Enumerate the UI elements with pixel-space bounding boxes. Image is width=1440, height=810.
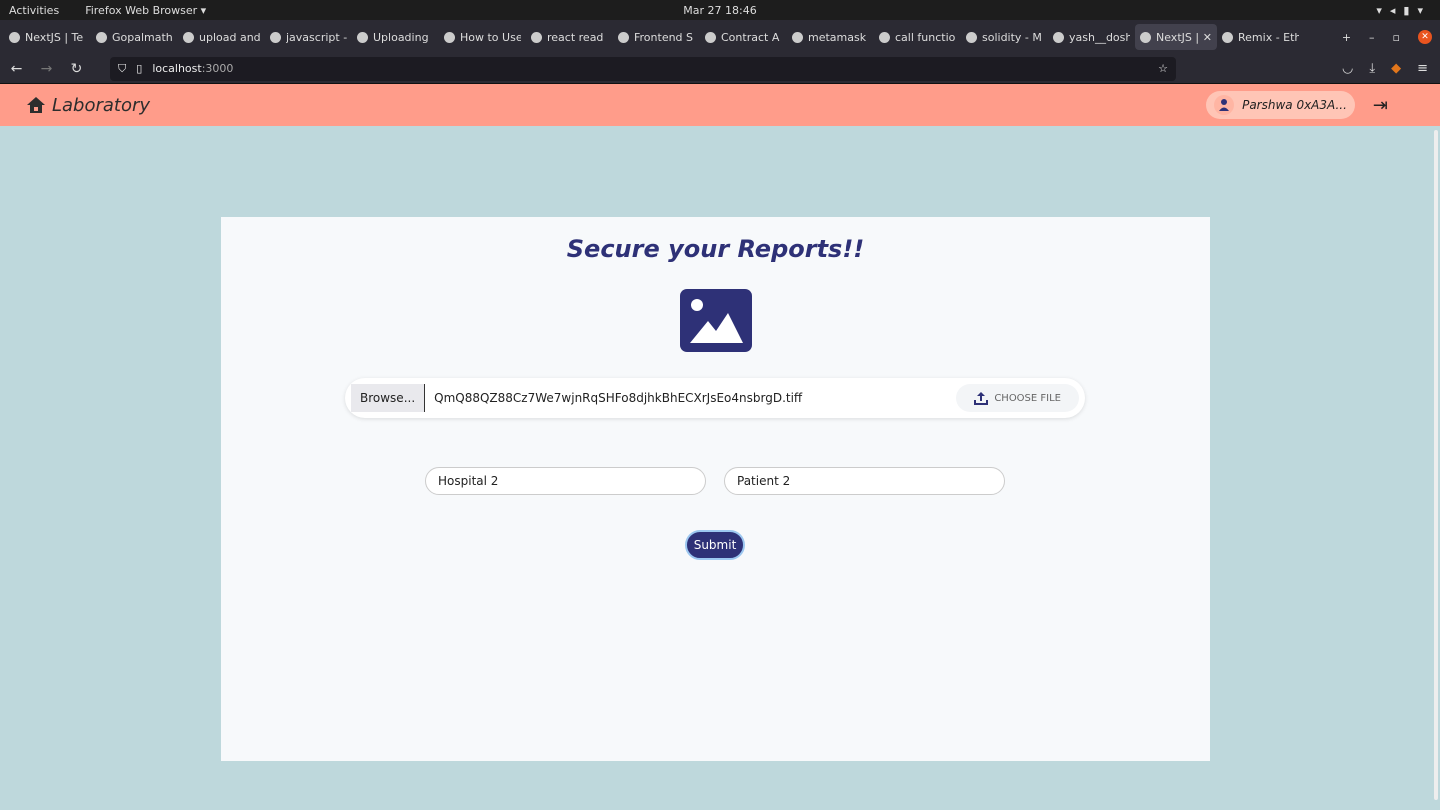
browser-tab[interactable]: NextJS | Te: [4, 24, 91, 50]
url-bar[interactable]: ⛉ ▯ localhost:3000 ☆: [110, 56, 1176, 81]
tab-label: Uploading: [373, 30, 429, 44]
window-controls: + – ▫ ✕: [1342, 30, 1440, 44]
new-tab-button[interactable]: +: [1342, 31, 1351, 44]
favicon-icon: [1140, 31, 1151, 43]
favicon-icon: [357, 31, 368, 43]
download-icon[interactable]: ⤓: [1369, 61, 1375, 76]
tab-label: Remix - Eth: [1238, 30, 1299, 44]
system-bar: Activities Firefox Web Browser ▾ Mar 27 …: [0, 0, 1440, 20]
user-badge[interactable]: Parshwa 0xA3A...: [1206, 91, 1355, 119]
favicon-icon: [792, 31, 803, 43]
browser-tab[interactable]: How to Use: [439, 24, 526, 50]
tab-label: NextJS |: [1156, 30, 1198, 44]
app-header: Laboratory Parshwa 0xA3A... ⇥: [0, 84, 1440, 126]
browser-tab[interactable]: Gopalmath: [91, 24, 178, 50]
tab-label: yash__dosh: [1069, 30, 1130, 44]
selected-file-name: QmQ88QZ88Cz7We7wjnRqSHFo8djhkBhECXrJsEo4…: [434, 391, 803, 405]
forward-icon[interactable]: →: [33, 61, 60, 77]
favicon-icon: [96, 31, 107, 43]
tab-label: metamask: [808, 30, 867, 44]
user-name: Parshwa 0xA3A...: [1242, 98, 1347, 112]
minimize-button[interactable]: –: [1369, 31, 1375, 44]
tab-label: NextJS | Te: [25, 30, 84, 44]
favicon-icon: [966, 31, 977, 43]
app-menu[interactable]: Firefox Web Browser ▾: [85, 4, 206, 17]
tab-label: javascript -: [286, 30, 347, 44]
favicon-icon: [270, 31, 281, 43]
choose-file-button[interactable]: CHOOSE FILE: [956, 384, 1079, 412]
favicon-icon: [531, 31, 542, 43]
tab-label: Contract A: [721, 30, 780, 44]
reload-icon[interactable]: ↻: [63, 61, 90, 77]
browser-tab[interactable]: Uploading: [352, 24, 439, 50]
tab-label: Frontend S: [634, 30, 694, 44]
browser-tab[interactable]: Remix - Eth: [1217, 24, 1304, 50]
user-icon: [1214, 95, 1235, 115]
brand[interactable]: Laboratory: [26, 95, 150, 116]
upload-icon: [974, 392, 989, 405]
browser-tab[interactable]: react read: [526, 24, 613, 50]
patient-input[interactable]: [724, 467, 1005, 495]
browse-button[interactable]: Browse...: [351, 384, 426, 412]
metamask-icon[interactable]: ◆: [1391, 61, 1401, 76]
browser-tab[interactable]: solidity - M: [961, 24, 1048, 50]
system-tray-icons[interactable]: ▾◂▮▾: [1376, 4, 1431, 17]
page-title: Secure your Reports!!: [566, 235, 865, 263]
close-window-button[interactable]: ✕: [1418, 30, 1432, 44]
tab-label: solidity - M: [982, 30, 1042, 44]
logout-icon[interactable]: ⇥: [1373, 95, 1388, 116]
favicon-icon: [9, 31, 20, 43]
browser-tab[interactable]: call functio: [874, 24, 961, 50]
url-host: localhost: [152, 62, 202, 75]
browser-tab[interactable]: NextJS | ✕: [1135, 24, 1217, 50]
home-icon: [27, 97, 45, 113]
tab-strip: NextJS | Te Gopalmath upload and javascript…: [0, 20, 1440, 54]
file-input[interactable]: Browse... QmQ88QZ88Cz7We7wjnRqSHFo8djhkB…: [345, 378, 1085, 418]
pocket-icon[interactable]: ◡: [1342, 61, 1353, 76]
back-icon[interactable]: ←: [3, 61, 30, 77]
favicon-icon: [618, 31, 629, 43]
tab-label: Gopalmath: [112, 30, 173, 44]
tab-label: react read: [547, 30, 604, 44]
navigation-bar: ← → ↻ ⛉ ▯ localhost:3000 ☆ ◡ ⤓ ◆ ≡: [0, 54, 1440, 84]
upload-card: Secure your Reports!! Browse... QmQ88QZ8…: [221, 217, 1210, 761]
tab-label: upload and: [199, 30, 260, 44]
browser-tab[interactable]: Contract A: [700, 24, 787, 50]
submit-button[interactable]: Submit: [685, 530, 745, 560]
maximize-button[interactable]: ▫: [1393, 31, 1400, 44]
clock[interactable]: Mar 27 18:46: [0, 4, 1440, 17]
favicon-icon: [705, 31, 716, 43]
close-tab-icon[interactable]: ✕: [1203, 31, 1212, 44]
browser-tab[interactable]: javascript -: [265, 24, 352, 50]
menu-icon[interactable]: ≡: [1417, 61, 1428, 76]
scrollbar[interactable]: [1432, 126, 1440, 810]
browser-tab[interactable]: upload and: [178, 24, 265, 50]
browser-tab[interactable]: yash__dosh: [1048, 24, 1135, 50]
favicon-icon: [444, 31, 455, 43]
favicon-icon: [879, 31, 890, 43]
page-icon: ▯: [136, 62, 143, 75]
tab-label: How to Use: [460, 30, 521, 44]
browser-tab[interactable]: metamask: [787, 24, 874, 50]
brand-name: Laboratory: [52, 94, 151, 116]
url-port: :3000: [201, 62, 234, 75]
bookmark-star-icon[interactable]: ☆: [1158, 62, 1168, 75]
choose-file-label: CHOOSE FILE: [994, 392, 1061, 404]
image-icon: [679, 289, 752, 352]
browser-tab[interactable]: Frontend S: [613, 24, 700, 50]
tab-label: call functio: [895, 30, 956, 44]
activities-button[interactable]: Activities: [9, 4, 59, 17]
favicon-icon: [1053, 31, 1064, 43]
favicon-icon: [1222, 31, 1233, 43]
hospital-input[interactable]: [425, 467, 706, 495]
shield-icon[interactable]: ⛉: [118, 62, 126, 76]
favicon-icon: [183, 31, 194, 43]
